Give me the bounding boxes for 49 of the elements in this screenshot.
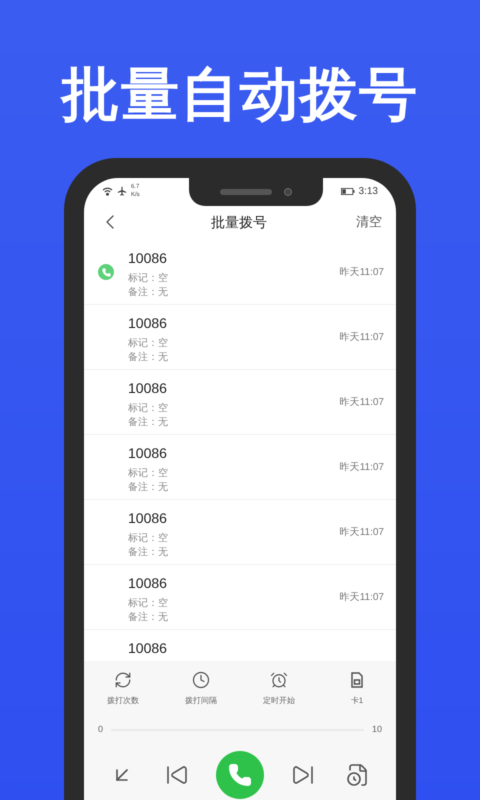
speaker-slot <box>220 189 272 195</box>
call-time: 昨天11:07 <box>340 396 384 410</box>
note-label: 备注：无 <box>128 611 169 625</box>
headline: 批量自动拨号 <box>62 61 418 129</box>
airplane-icon <box>117 186 127 196</box>
phone-number: 10086 <box>128 314 168 333</box>
option-button[interactable]: 拨打间隔 <box>171 671 231 707</box>
mark-label: 标记：空 <box>128 402 169 416</box>
phone-number: 10086 <box>128 509 168 528</box>
call-row[interactable]: 10086 标记：空 备注：无 昨天11:07 <box>84 370 396 435</box>
range-min: 0 <box>98 723 104 736</box>
call-row[interactable]: 10086 标记：空 备注：无 昨天11:07 <box>84 305 396 370</box>
battery-icon <box>340 188 355 194</box>
call-row[interactable]: 10086 标记：空 备注：无 昨天11:07 <box>84 435 396 500</box>
phone-number: 10086 <box>128 574 168 593</box>
phone-number: 10086 <box>128 639 168 658</box>
mark-label: 标记：空 <box>128 532 169 546</box>
note-label: 备注：无 <box>128 416 169 430</box>
mark-label: 标记：空 <box>128 597 169 611</box>
mark-label: 标记：空 <box>128 337 169 351</box>
phone-number: 10086 <box>128 249 168 268</box>
option-button[interactable]: 卡1 <box>327 671 387 707</box>
note-label: 备注：无 <box>128 481 169 495</box>
mark-label: 标记：空 <box>128 467 169 481</box>
option-button[interactable]: 拨打次数 <box>93 671 153 707</box>
phone-number: 10086 <box>128 379 168 398</box>
note-label: 备注：无 <box>128 286 169 300</box>
wifi-icon <box>102 186 113 196</box>
clock-time: 3:13 <box>358 184 378 198</box>
page-title: 批量拨号 <box>211 212 267 232</box>
call-row[interactable]: 10086 标记：空 备注：无 昨天11:07 <box>84 565 396 630</box>
call-row[interactable]: 10086 标记：空 备注：无 昨天11:07 <box>84 500 396 565</box>
range-max: 10 <box>372 723 382 736</box>
call-time: 昨天11:07 <box>340 330 384 344</box>
call-time: 昨天11:07 <box>340 266 384 280</box>
call-time: 昨天11:07 <box>340 460 384 474</box>
refresh-icon <box>114 671 132 689</box>
alarm-clock-icon <box>270 671 288 689</box>
call-time: 昨天11:07 <box>340 590 384 604</box>
clock-icon <box>192 671 210 689</box>
phone-icon <box>228 762 252 786</box>
option-button[interactable]: 定时开始 <box>249 671 309 707</box>
mark-label: 标记：空 <box>128 272 169 286</box>
call-row[interactable]: 10086 标记：空 备注：无 昨天11:07 <box>84 240 396 305</box>
note-label: 备注：无 <box>128 351 169 365</box>
phone-number: 10086 <box>128 444 168 463</box>
clear-button[interactable]: 清空 <box>356 212 382 232</box>
call-time: 昨天11:07 <box>340 526 384 540</box>
note-label: 备注：无 <box>128 546 169 560</box>
